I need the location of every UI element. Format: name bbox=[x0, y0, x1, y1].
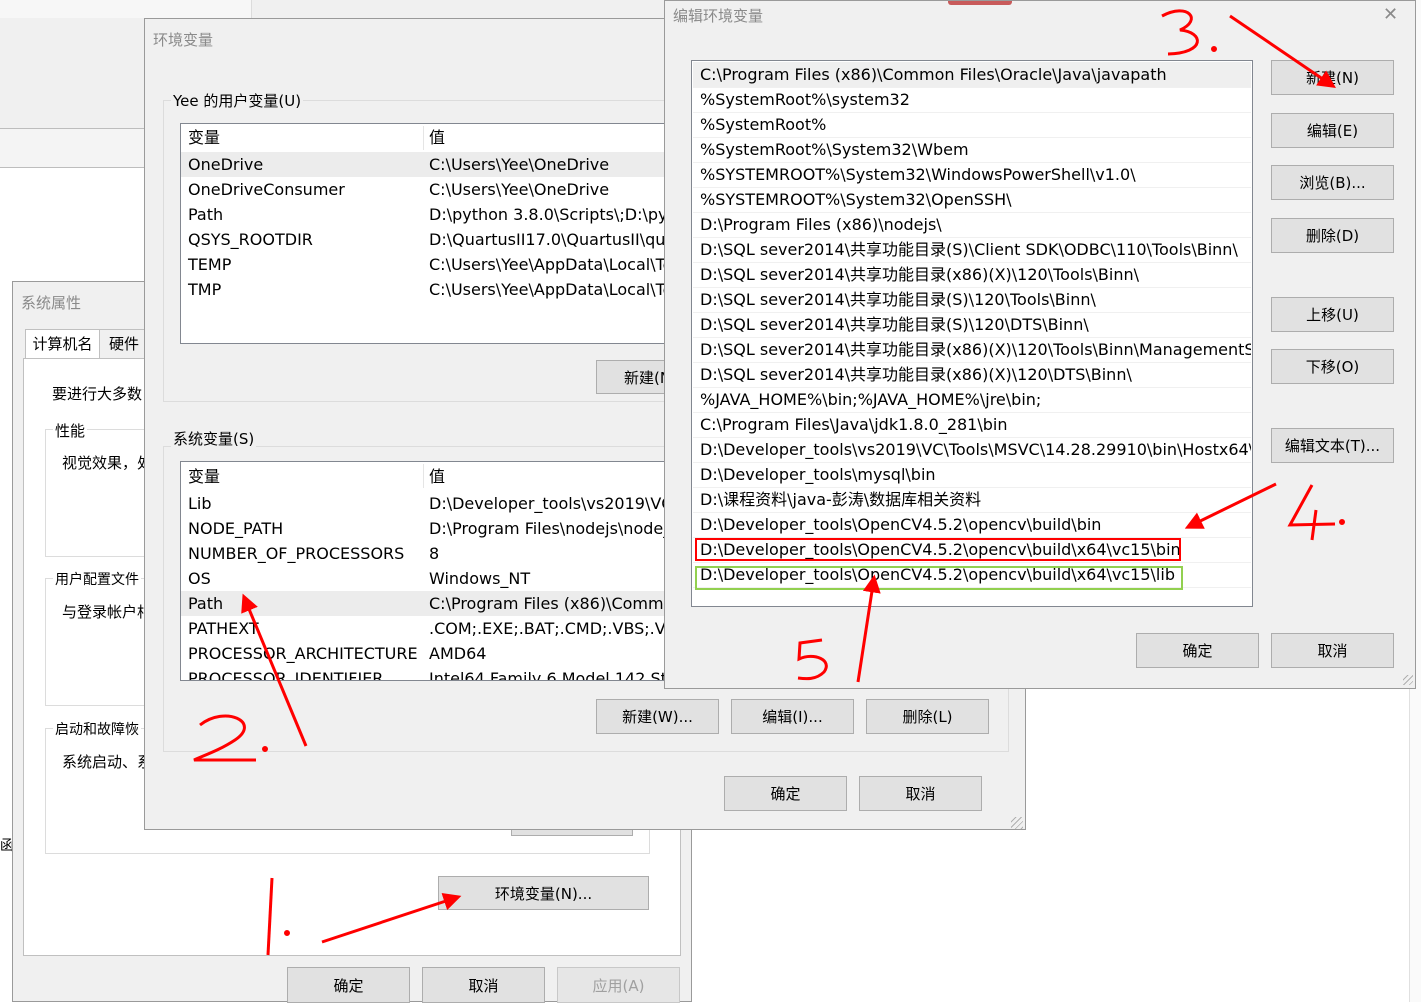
numeral-5 bbox=[797, 638, 828, 681]
numeral-4-dot bbox=[1339, 519, 1345, 525]
arrow-5 bbox=[856, 574, 881, 683]
numeral-3 bbox=[1161, 9, 1199, 56]
arrow-4 bbox=[1184, 482, 1277, 529]
numeral-2-dot bbox=[262, 746, 268, 752]
arrow-1 bbox=[321, 892, 462, 944]
numeral-4 bbox=[1287, 484, 1336, 541]
numeral-1 bbox=[266, 877, 274, 956]
annotation-overlay bbox=[193, 9, 1345, 956]
numeral-3-dot bbox=[1211, 46, 1217, 52]
arrow-2 bbox=[241, 593, 308, 747]
numeral-2 bbox=[193, 714, 256, 762]
numeral-1-dot bbox=[284, 930, 290, 936]
arrow-3 bbox=[1229, 14, 1336, 89]
